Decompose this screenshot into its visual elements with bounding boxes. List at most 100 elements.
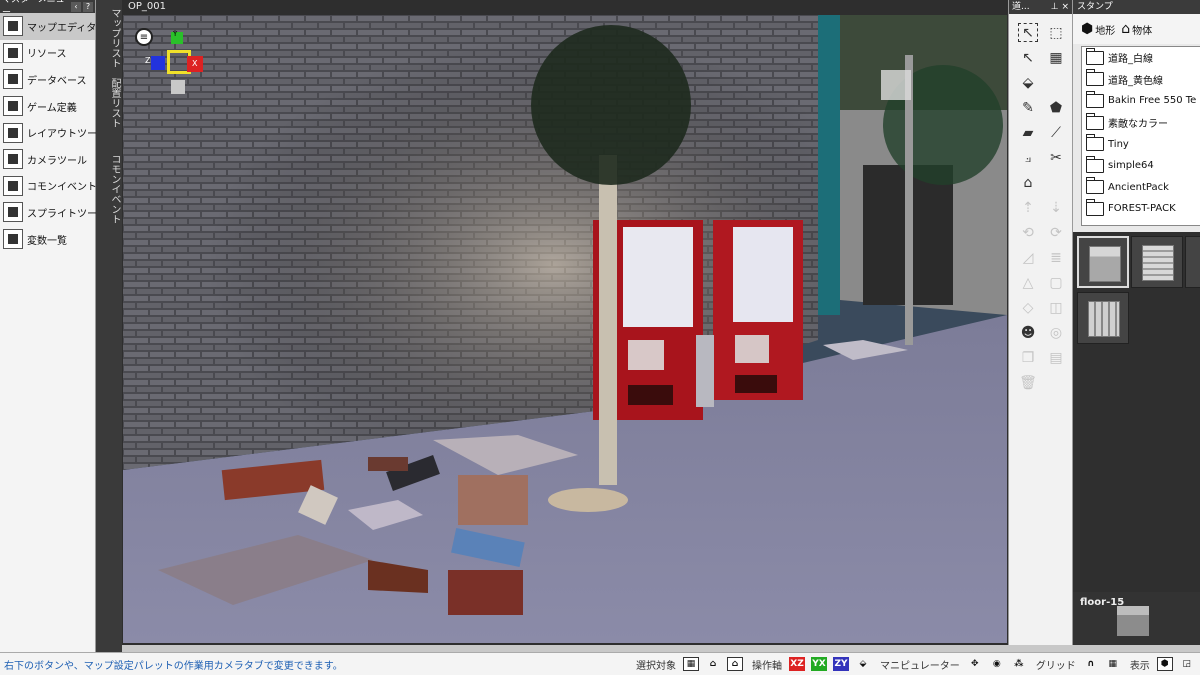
resource-icon bbox=[3, 42, 23, 63]
preview-cube-icon bbox=[1117, 606, 1149, 636]
display-camera-icon[interactable]: ◲ bbox=[1179, 657, 1195, 671]
tab-placement-list[interactable]: 配置リスト bbox=[96, 74, 122, 128]
axis-yx-button[interactable]: YX bbox=[811, 657, 827, 671]
chevron-left-icon[interactable]: ‹ bbox=[71, 1, 81, 12]
range-select-icon[interactable]: ⬚ bbox=[1043, 20, 1069, 45]
tools-panel-title: 道... bbox=[1012, 2, 1030, 12]
status-hint: 右下のボタンや、マップ設定パレットの作業用カメラタブで変更できます。 bbox=[4, 660, 343, 672]
axis-zy-button[interactable]: ZY bbox=[833, 657, 849, 671]
stamp-thumbnail[interactable] bbox=[1131, 236, 1183, 288]
menu-item-label: スプライトツール bbox=[27, 208, 107, 220]
select-target-label: 選択対象 bbox=[636, 660, 676, 672]
lower-icon[interactable]: ⇣ bbox=[1043, 195, 1069, 220]
menu-item-layout-tool[interactable]: レイアウトツール bbox=[0, 119, 107, 146]
triangle-icon[interactable]: △ bbox=[1015, 270, 1041, 295]
select-terrain-icon[interactable]: ▦ bbox=[683, 657, 699, 671]
stone-cube-icon bbox=[1089, 246, 1121, 282]
folder-item[interactable]: 道路_黄色線 bbox=[1082, 69, 1200, 91]
tab-map-list[interactable]: マップリスト bbox=[96, 4, 122, 68]
menu-item-sprite-tool[interactable]: スプライトツール bbox=[0, 199, 107, 226]
scale-manipulator-icon[interactable]: ⁂ bbox=[1011, 657, 1027, 671]
lasso-select-icon[interactable]: ↖ bbox=[1015, 45, 1041, 70]
tools-panel-title-bar: 道... ⊥ × bbox=[1009, 0, 1072, 14]
select-object-icon[interactable]: ⌂ bbox=[705, 657, 721, 671]
split-icon[interactable]: ◫ bbox=[1043, 295, 1069, 320]
menu-item-label: リソース bbox=[27, 49, 67, 61]
database-icon bbox=[3, 69, 23, 90]
rotate-icon[interactable]: ⟲ bbox=[1015, 220, 1041, 245]
move-manipulator-icon[interactable]: ✥ bbox=[967, 657, 983, 671]
stamp-tab-bar: ⬢ 地形 ⌂ 物体 bbox=[1073, 14, 1200, 44]
paste-icon[interactable]: ▤ bbox=[1043, 345, 1069, 370]
stamp-icon[interactable]: ⬙ bbox=[1015, 70, 1041, 95]
eraser-icon[interactable]: ▰ bbox=[1015, 120, 1041, 145]
side-tab-strip: マップリスト 配置リスト コモンイベント bbox=[96, 0, 122, 652]
3d-scene-view[interactable]: ≡ Y Z X bbox=[123, 15, 1007, 643]
folder-item[interactable]: simple64 bbox=[1082, 155, 1200, 177]
menu-item-common-event[interactable]: コモンイベント bbox=[0, 173, 97, 200]
shapes-icon[interactable]: ◇ bbox=[1015, 295, 1041, 320]
menu-item-resource[interactable]: リソース bbox=[0, 40, 95, 67]
folder-item[interactable]: AncientPack bbox=[1082, 177, 1200, 199]
select-all-icon[interactable]: ⌂ bbox=[727, 657, 743, 671]
master-menu: マスターメニュー ‹ ? マップエディター リソース データベース ゲーム定義 … bbox=[0, 0, 107, 652]
display-cube-icon[interactable]: ⬢ bbox=[1156, 657, 1173, 671]
pin-icon[interactable]: ⊥ × bbox=[1051, 0, 1069, 14]
menu-item-camera-tool[interactable]: カメラツール bbox=[0, 146, 95, 173]
folder-item[interactable]: FOREST-PACK bbox=[1082, 198, 1200, 220]
axis-gizmo[interactable]: Y Z X bbox=[145, 30, 215, 105]
stamp-thumbnail[interactable] bbox=[1077, 236, 1129, 288]
camera-icon bbox=[3, 149, 23, 170]
rotate-manipulator-icon[interactable]: ◉ bbox=[989, 657, 1005, 671]
grid-select-icon[interactable]: ▦ bbox=[1043, 45, 1069, 70]
rotate-alt-icon[interactable]: ⟳ bbox=[1043, 220, 1069, 245]
folder-label: 道路_白線 bbox=[1108, 54, 1153, 66]
tab-object[interactable]: ⌂ 物体 bbox=[1121, 21, 1152, 37]
plank-cube-icon bbox=[1088, 301, 1120, 337]
folder-item[interactable]: 道路_白線 bbox=[1082, 47, 1200, 69]
select-cursor-icon[interactable]: ↖ bbox=[1015, 20, 1041, 45]
sprite-icon bbox=[3, 202, 23, 223]
help-button[interactable]: ? bbox=[83, 1, 93, 12]
grid-arch-icon[interactable]: ∩ bbox=[1083, 657, 1099, 671]
trash-icon[interactable]: 🗑 bbox=[1015, 370, 1041, 395]
raise-icon[interactable]: ⇡ bbox=[1015, 195, 1041, 220]
axis-xz-button[interactable]: XZ bbox=[789, 657, 805, 671]
menu-item-database[interactable]: データベース bbox=[0, 66, 95, 93]
frame-icon[interactable]: ▢ bbox=[1043, 270, 1069, 295]
pencil-icon[interactable]: ✎ bbox=[1015, 95, 1041, 120]
bucket-icon[interactable]: ⬟ bbox=[1043, 95, 1069, 120]
brush-icon[interactable]: ⟓ bbox=[1015, 145, 1041, 170]
tab-terrain[interactable]: ⬢ 地形 bbox=[1081, 21, 1115, 37]
folder-icon bbox=[1085, 155, 1104, 173]
menu-item-label: データベース bbox=[27, 75, 87, 87]
folder-icon bbox=[1085, 47, 1104, 65]
scissors-icon[interactable]: ✂ bbox=[1043, 145, 1069, 170]
stamp-thumbnail[interactable] bbox=[1077, 292, 1129, 344]
house-tool-icon[interactable]: ⌂ bbox=[1015, 170, 1041, 195]
menu-item-game-definition[interactable]: ゲーム定義 bbox=[0, 93, 95, 120]
menu-item-label: カメラツール bbox=[27, 155, 87, 167]
folder-item[interactable]: Tiny bbox=[1082, 133, 1200, 155]
coin-icon[interactable]: ◎ bbox=[1043, 320, 1069, 345]
tools-panel: 道... ⊥ × ↖ ⬚ ↖ ▦ ⬙ ✎ ⬟ ▰ ⟋ ⟓ ✂ ⌂ ⇡ ⇣ ⟲ ⟳… bbox=[1008, 0, 1072, 645]
stamp-mode-icon[interactable]: ⬙ bbox=[855, 657, 871, 671]
grid-toggle-icon[interactable]: ▦ bbox=[1105, 657, 1121, 671]
stamp-thumbnail[interactable] bbox=[1185, 236, 1200, 288]
slope-icon[interactable]: ◿ bbox=[1015, 245, 1041, 270]
folder-item[interactable]: 素敵なカラー bbox=[1082, 112, 1200, 134]
map-viewport: OP_001 ≡ Y Z X bbox=[122, 0, 1008, 645]
manipulator-label: マニピュレーター bbox=[880, 660, 960, 672]
operation-axis-label: 操作軸 bbox=[752, 660, 782, 672]
folder-label: Bakin Free 550 Te bbox=[1108, 95, 1197, 107]
copy-icon[interactable]: ❐ bbox=[1015, 345, 1041, 370]
folder-item[interactable]: Bakin Free 550 Te bbox=[1082, 90, 1200, 112]
layers-icon[interactable]: ≣ bbox=[1043, 245, 1069, 270]
eyedropper-icon[interactable]: ⟋ bbox=[1043, 120, 1069, 145]
menu-item-variable-list[interactable]: 変数一覧 bbox=[0, 226, 95, 253]
character-icon[interactable]: ☻ bbox=[1015, 320, 1041, 345]
scene-render bbox=[123, 15, 1007, 643]
folder-label: AncientPack bbox=[1108, 181, 1169, 193]
folder-icon bbox=[1085, 90, 1104, 108]
tab-common-event[interactable]: コモンイベント bbox=[96, 150, 122, 224]
